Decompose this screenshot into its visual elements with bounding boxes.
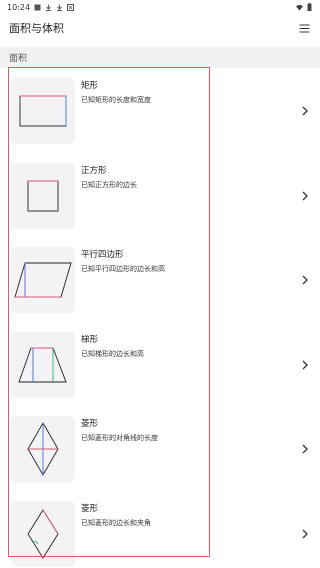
rhombus-angle-diagram-icon	[11, 500, 75, 567]
app-icon	[67, 3, 75, 11]
parallelogram-diagram-icon	[11, 247, 75, 313]
item-subtitle: 已知菱形的边长和夹角	[81, 518, 151, 527]
chevron-right-icon	[300, 189, 310, 203]
list-item-rhombus-diagonals[interactable]: 菱形 已知菱形的对角线的长度	[0, 406, 320, 491]
rectangle-diagram-icon	[11, 78, 75, 144]
download-icon	[45, 4, 52, 11]
item-subtitle: 已知梯形的边长和高	[81, 349, 144, 358]
item-title: 菱形	[81, 503, 99, 514]
item-subtitle: 已知平行四边形的边长和高	[81, 265, 165, 273]
item-title: 矩形	[81, 81, 99, 91]
chevron-right-icon	[300, 273, 310, 287]
item-title: 正方形	[81, 165, 107, 176]
item-subtitle: 已知矩形的长度和宽度	[81, 96, 151, 104]
chevron-right-icon	[300, 527, 310, 541]
section-header: 面积	[0, 47, 320, 68]
wifi-icon	[296, 4, 303, 11]
chevron-right-icon	[300, 358, 310, 372]
app-title: 面积与体积	[9, 22, 64, 35]
formula-list: 矩形 已知矩形的长度和宽度 正方形 已知正方形的边长 平行四边形 已知平行四边形…	[0, 68, 320, 568]
list-item-rhombus-angle[interactable]: 菱形 已知菱形的边长和夹角	[0, 491, 320, 568]
item-title: 平行四边形	[81, 250, 124, 260]
section-title: 面积	[9, 54, 28, 64]
item-title: 梯形	[81, 334, 99, 345]
image-icon	[34, 4, 41, 11]
hamburger-menu-icon[interactable]	[296, 20, 312, 36]
chevron-right-icon	[300, 104, 310, 118]
item-subtitle: 已知菱形的对角线的长度	[81, 434, 158, 442]
battery-icon	[306, 3, 313, 11]
square-diagram-icon	[11, 162, 75, 229]
list-item-rectangle[interactable]: 矩形 已知矩形的长度和宽度	[0, 68, 320, 153]
item-title: 菱形	[81, 419, 99, 429]
chevron-right-icon	[300, 442, 310, 456]
rhombus-diagonals-diagram-icon	[11, 416, 75, 482]
list-item-trapezoid[interactable]: 梯形 已知梯形的边长和高	[0, 322, 320, 407]
download-icon	[56, 4, 63, 11]
list-item-parallelogram[interactable]: 平行四边形 已知平行四边形的边长和高	[0, 237, 320, 322]
list-item-square[interactable]: 正方形 已知正方形的边长	[0, 153, 320, 238]
item-subtitle: 已知正方形的边长	[81, 180, 137, 189]
trapezoid-diagram-icon	[11, 331, 75, 398]
status-bar: 10:24	[0, 0, 320, 14]
app-bar: 面积与体积	[0, 14, 320, 42]
status-time: 10:24	[7, 2, 31, 12]
